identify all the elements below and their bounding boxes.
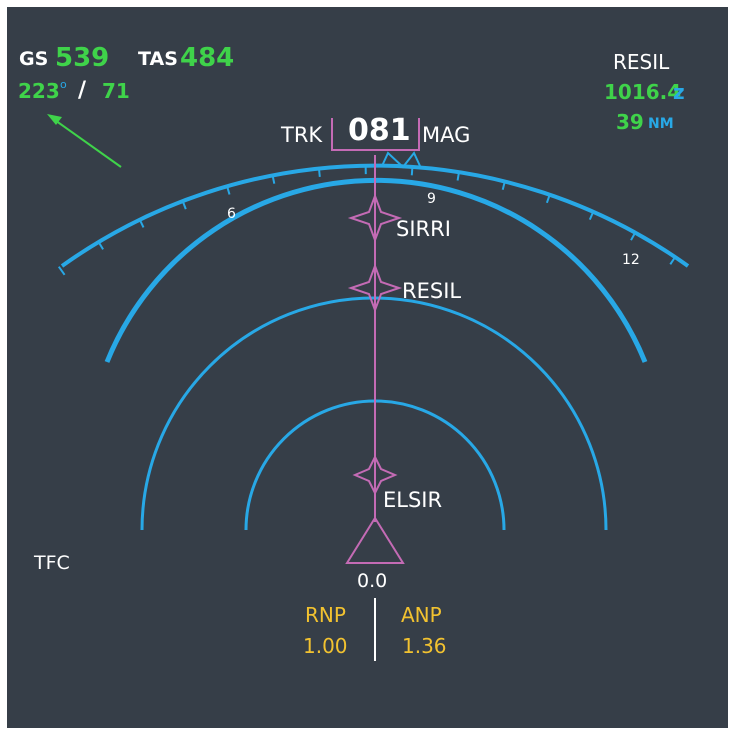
traffic-label: TFC (34, 552, 70, 574)
rnp-label: RNP (305, 603, 346, 627)
anp-value: 1.36 (402, 634, 447, 658)
active-waypoint-eta: 1016.4 (604, 80, 682, 104)
waypoint-label-elsir: ELSIR (383, 488, 443, 512)
navigation-display: GS 539 TAS 484 223 o / 71 TRK 081 MAG RE… (0, 0, 732, 734)
track-label: TRK (281, 123, 323, 147)
tas-value: 484 (180, 43, 235, 73)
wind-direction: 223 (18, 79, 60, 103)
rnp-value: 1.00 (303, 634, 348, 658)
compass-label-6: 6 (227, 206, 236, 222)
range-readout: 0.0 (357, 570, 388, 592)
compass-tick (57, 266, 66, 276)
active-waypoint-name: RESIL (613, 50, 670, 74)
wind-separator: / (78, 78, 87, 103)
tas-label: TAS (138, 48, 178, 70)
wind-degree-symbol: o (60, 78, 67, 91)
active-waypoint-eta-suffix: z (673, 80, 685, 104)
compass-tick (410, 165, 414, 176)
active-waypoint-distance-unit: NM (648, 116, 674, 132)
wind-arrow-icon (51, 117, 122, 168)
waypoint-label-resil: RESIL (402, 279, 462, 303)
active-waypoint-distance: 39 (616, 110, 644, 134)
compass-label-9: 9 (427, 191, 436, 207)
anp-label: ANP (401, 603, 442, 627)
aircraft-symbol-icon (345, 516, 405, 564)
compass-label-12: 12 (622, 252, 640, 268)
compass-tick (317, 166, 321, 177)
waypoint-label-sirri: SIRRI (396, 217, 451, 241)
groundspeed-value: 539 (55, 43, 110, 73)
heading-value: 081 (348, 113, 411, 148)
groundspeed-label: GS (19, 48, 49, 70)
wind-speed: 71 (102, 79, 130, 103)
heading-reference: MAG (422, 123, 471, 147)
